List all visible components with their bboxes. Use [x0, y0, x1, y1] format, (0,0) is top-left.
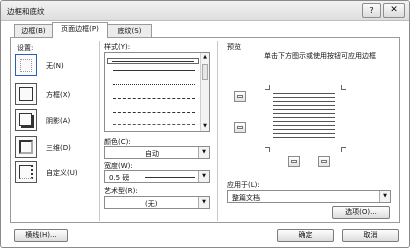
setting-none-label: 无(N) [46, 62, 64, 70]
list-item[interactable] [107, 58, 199, 64]
divider [99, 41, 100, 221]
width-value: 0.5 磅 [109, 174, 130, 182]
divider [217, 41, 218, 221]
setting-3d-label: 三维(D) [46, 144, 71, 152]
preview-hint: 单击下方图示或使用按钮可应用边框 [264, 52, 376, 60]
corner-mark [341, 85, 346, 90]
border-preview[interactable] [273, 93, 335, 147]
right-border-button[interactable] [318, 156, 330, 167]
width-sample-line [145, 177, 195, 178]
top-border-icon [237, 95, 243, 98]
setting-none[interactable]: 无(N) [15, 54, 95, 78]
chevron-down-icon: ▼ [198, 197, 209, 208]
tab-page-border[interactable]: 页面边框(P) [52, 22, 108, 38]
scroll-down-icon[interactable]: ▼ [201, 122, 209, 131]
setting-none-icon [15, 54, 37, 76]
list-item[interactable] [109, 68, 199, 74]
corner-mark [265, 85, 270, 90]
scrollbar-thumb[interactable] [202, 64, 208, 80]
style-label: 样式(Y): [104, 43, 131, 51]
help-button[interactable]: ? [362, 3, 381, 18]
setting-custom-icon [15, 161, 37, 183]
corner-mark [341, 147, 346, 152]
setting-box-label: 方框(X) [46, 91, 71, 99]
apply-to-value: 整篇文档 [232, 194, 260, 202]
chevron-down-icon: ▼ [379, 191, 390, 202]
setting-custom[interactable]: 自定义(U) [15, 161, 95, 185]
setting-shadow-label: 阴影(A) [46, 117, 71, 125]
left-border-button[interactable] [288, 156, 300, 167]
setting-3d[interactable]: 三维(D) [15, 136, 95, 160]
color-value: 自动 [145, 150, 159, 158]
art-value: (无) [145, 200, 158, 208]
cancel-button[interactable]: 取消 [342, 229, 399, 242]
borders-and-shading-dialog: 边框和底纹 ? ✕ 边框(B) 页面边框(P) 底纹(S) 设置: 无(N) 方… [0, 0, 410, 248]
left-border-icon [291, 160, 297, 163]
preview-label: 预览 [227, 43, 241, 51]
style-list-scrollbar[interactable]: ▲ ▼ [200, 53, 209, 131]
setting-custom-label: 自定义(U) [46, 169, 78, 177]
chevron-down-icon: ▼ [198, 171, 209, 182]
corner-mark [265, 147, 270, 152]
art-label: 艺术型(R): [104, 187, 138, 195]
bottom-border-icon [237, 126, 243, 129]
art-dropdown[interactable]: (无) ▼ [104, 196, 210, 209]
list-item[interactable] [109, 110, 199, 116]
horizontal-line-button[interactable]: 横线(H)... [14, 229, 68, 242]
right-border-icon [321, 160, 327, 163]
list-item[interactable] [109, 96, 199, 102]
bottom-border-button[interactable] [234, 122, 246, 133]
setting-3d-icon [15, 136, 37, 158]
setting-label: 设置: [17, 44, 34, 52]
style-list[interactable]: ▲ ▼ [104, 52, 210, 132]
chevron-down-icon: ▼ [198, 147, 209, 158]
dialog-title: 边框和底纹 [7, 7, 45, 16]
apply-to-dropdown[interactable]: 整篇文档 ▼ [227, 190, 391, 203]
setting-shadow[interactable]: 阴影(A) [15, 109, 95, 133]
top-border-button[interactable] [234, 91, 246, 102]
tab-borders[interactable]: 边框(B) [14, 24, 53, 37]
options-button[interactable]: 选项(O)... [332, 206, 390, 219]
setting-box-icon [15, 83, 37, 105]
setting-box[interactable]: 方框(X) [15, 83, 95, 107]
apply-to-label: 应用于(L): [227, 181, 260, 189]
width-dropdown[interactable]: 0.5 磅 ▼ [104, 170, 210, 183]
ok-button[interactable]: 确定 [277, 229, 334, 242]
title-bar: 边框和底纹 ? ✕ [1, 1, 409, 21]
setting-shadow-icon [15, 109, 37, 131]
list-item[interactable] [109, 82, 199, 88]
color-dropdown[interactable]: 自动 ▼ [104, 146, 210, 159]
list-item[interactable] [109, 122, 199, 128]
scroll-up-icon[interactable]: ▲ [201, 53, 209, 62]
tab-shading[interactable]: 底纹(S) [107, 24, 152, 37]
close-button[interactable]: ✕ [383, 3, 405, 18]
